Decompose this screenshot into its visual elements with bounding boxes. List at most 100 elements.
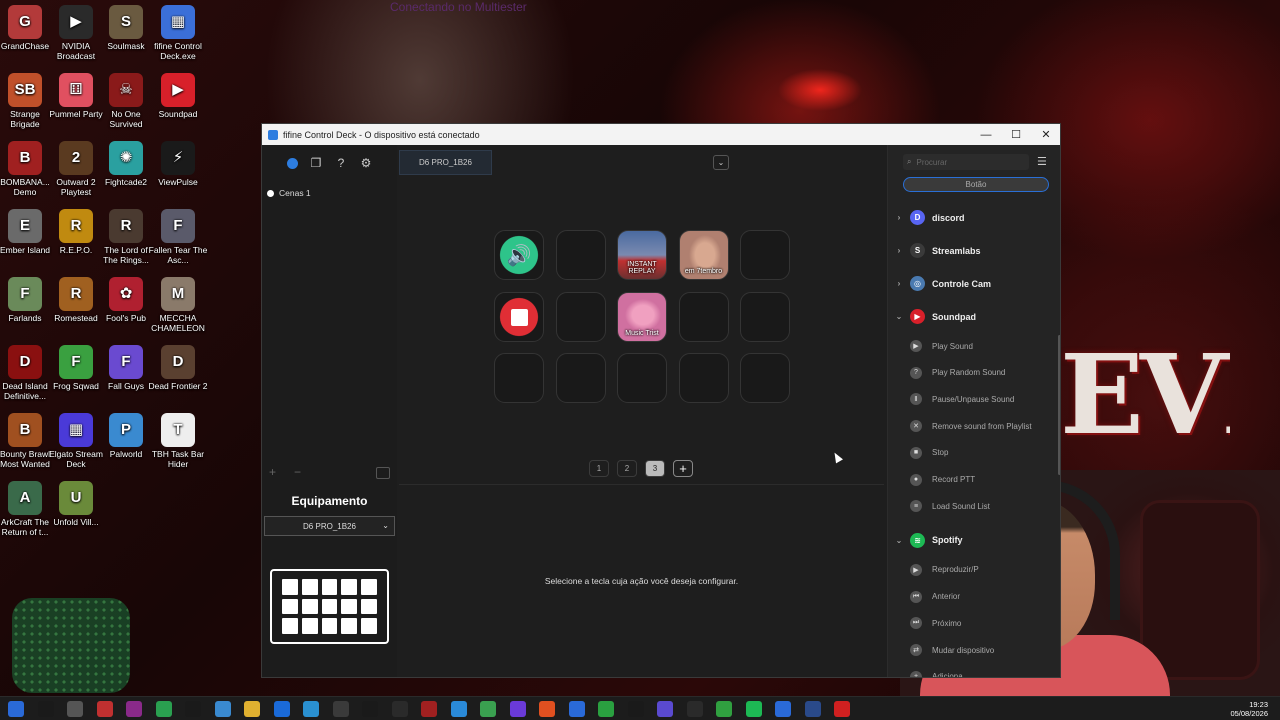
- taskbar-app-icon[interactable]: [804, 701, 821, 717]
- taskbar-app-icon[interactable]: [37, 701, 54, 717]
- page-button[interactable]: 1: [589, 460, 609, 477]
- desktop-icon[interactable]: ✿ Fool's Pub: [96, 277, 156, 323]
- deck-key[interactable]: [494, 353, 544, 403]
- action-item[interactable]: ▶ Play Sound: [888, 333, 1060, 359]
- chevron-down-icon[interactable]: ⌄: [713, 155, 729, 170]
- scrollbar[interactable]: [1058, 335, 1060, 475]
- plugin-spotify[interactable]: ⌄ ≋ Spotify: [888, 524, 1060, 557]
- taskbar-app-icon[interactable]: [96, 701, 113, 717]
- page-button[interactable]: 3: [645, 460, 665, 477]
- device-tab[interactable]: D6 PRO_1B26: [399, 150, 492, 175]
- deck-key[interactable]: Music Trist: [617, 291, 667, 342]
- action-item[interactable]: ≡ Load Sound List: [888, 493, 1060, 519]
- help-icon[interactable]: ?: [331, 153, 351, 173]
- desktop-icon[interactable]: D Dead Frontier 2: [148, 345, 208, 391]
- tab-button[interactable]: Botão: [903, 177, 1049, 192]
- deck-key[interactable]: INSTANT REPLAY: [617, 230, 667, 280]
- taskbar-app-icon[interactable]: [716, 701, 732, 717]
- taskbar-app-icon[interactable]: [539, 701, 555, 717]
- taskbar-app-icon[interactable]: [568, 701, 585, 717]
- taskbar-app-icon[interactable]: [834, 701, 850, 717]
- plugin-soundpad[interactable]: ⌄ ▶ Soundpad: [888, 300, 1060, 333]
- taskbar-app-icon[interactable]: [745, 701, 762, 717]
- desktop-icon[interactable]: P Palworld: [96, 413, 156, 459]
- action-item[interactable]: ⏮ Anterior: [888, 584, 1060, 610]
- action-item[interactable]: ● Record PTT: [888, 467, 1060, 493]
- taskbar-app-icon[interactable]: [657, 701, 673, 717]
- deck-key[interactable]: [740, 291, 790, 342]
- action-item[interactable]: ? Play Random Sound: [888, 360, 1060, 386]
- deck-key[interactable]: [617, 353, 667, 403]
- maximize-icon[interactable]: ☐: [1001, 124, 1031, 145]
- taskbar-app-icon[interactable]: [627, 701, 644, 717]
- taskbar-app-icon[interactable]: [244, 701, 260, 717]
- deck-key[interactable]: [740, 230, 790, 280]
- taskbar-app-icon[interactable]: [185, 701, 201, 717]
- minimize-icon[interactable]: —: [971, 124, 1001, 145]
- taskbar-app-icon[interactable]: [450, 701, 467, 717]
- taskbar-app-icon[interactable]: [214, 701, 231, 717]
- desktop-icon[interactable]: F Fallen Tear The Asc...: [148, 209, 208, 265]
- desktop-icon[interactable]: ⚡ ViewPulse: [148, 141, 208, 187]
- page-button[interactable]: 2: [617, 460, 637, 477]
- action-label: Play Sound: [932, 341, 973, 351]
- desktop-icon[interactable]: ✺ Fightcade2: [96, 141, 156, 187]
- settings-icon[interactable]: ⚙: [356, 153, 376, 173]
- action-item[interactable]: ⇄ Mudar dispositivo: [888, 637, 1060, 663]
- desktop-icon[interactable]: R The Lord of The Rings...: [96, 209, 156, 265]
- profile-icon[interactable]: [282, 153, 302, 173]
- desktop-icon[interactable]: U Unfold Vill...: [46, 481, 106, 527]
- action-item[interactable]: ⏭ Próximo: [888, 610, 1060, 636]
- action-item[interactable]: ▶ Reproduzir/P: [888, 557, 1060, 583]
- deck-key[interactable]: [555, 230, 606, 280]
- taskbar-app-icon[interactable]: [391, 701, 408, 717]
- system-clock[interactable]: 19:23 05/08/2026: [1230, 700, 1268, 718]
- deck-key[interactable]: [740, 353, 790, 403]
- desktop-icon[interactable]: F Fall Guys: [96, 345, 156, 391]
- taskbar-app-icon[interactable]: [686, 701, 703, 717]
- desktop-icon[interactable]: T TBH Task Bar Hider: [148, 413, 208, 469]
- desktop-icon[interactable]: ☠ No One Survived: [96, 73, 156, 129]
- taskbar-app-icon[interactable]: [67, 701, 83, 717]
- search-input[interactable]: ⌕ Procurar: [903, 154, 1029, 170]
- add-scene-icon[interactable]: +: [269, 465, 276, 479]
- taskbar-app-icon[interactable]: [362, 701, 378, 717]
- deck-key[interactable]: [555, 291, 606, 342]
- deck-key[interactable]: 🔊: [494, 230, 544, 280]
- desktop-icon[interactable]: M MECCHA CHAMELEON: [148, 277, 208, 333]
- taskbar-app-icon[interactable]: [421, 701, 437, 717]
- plugin-streamlabs[interactable]: › S Streamlabs: [888, 234, 1060, 267]
- remove-scene-icon[interactable]: −: [294, 465, 301, 479]
- action-item[interactable]: + Adiciona: [888, 664, 1060, 677]
- desktop-icon[interactable]: ▦ fifine Control Deck.exe: [148, 5, 208, 61]
- deck-key[interactable]: [678, 291, 729, 342]
- taskbar-app-icon[interactable]: [598, 701, 614, 717]
- taskbar-app-icon[interactable]: [480, 701, 496, 717]
- taskbar-app-icon[interactable]: [775, 701, 791, 717]
- scene-item[interactable]: Cenas 1: [267, 188, 311, 198]
- store-icon[interactable]: ❐: [306, 153, 326, 173]
- taskbar-app-icon[interactable]: [126, 701, 142, 717]
- equipment-select[interactable]: D6 PRO_1B26 ⌄: [264, 516, 395, 536]
- desktop-icon[interactable]: S Soulmask: [96, 5, 156, 51]
- add-page-button[interactable]: +: [673, 460, 693, 477]
- plugin-discord[interactable]: › Ddiscord: [888, 201, 1060, 234]
- deck-key[interactable]: [678, 353, 729, 403]
- folder-icon[interactable]: [376, 467, 390, 479]
- plugin-controle-cam[interactable]: › ◎ Controle Cam: [888, 267, 1060, 300]
- deck-key[interactable]: [555, 353, 606, 403]
- deck-key[interactable]: em 7tembro: [678, 230, 729, 280]
- taskbar-app-icon[interactable]: [8, 701, 24, 717]
- desktop-icon[interactable]: ▶ Soundpad: [148, 73, 208, 119]
- action-item[interactable]: ✕ Remove sound from Playlist: [888, 413, 1060, 439]
- close-icon[interactable]: ✕: [1031, 124, 1060, 145]
- taskbar-app-icon[interactable]: [155, 701, 172, 717]
- list-view-icon[interactable]: ☰: [1037, 155, 1047, 168]
- action-item[interactable]: Ⅱ Pause/Unpause Sound: [888, 386, 1060, 412]
- deck-key[interactable]: [494, 291, 544, 342]
- action-item[interactable]: ■ Stop: [888, 440, 1060, 466]
- taskbar-app-icon[interactable]: [332, 701, 349, 717]
- taskbar-app-icon[interactable]: [273, 701, 290, 717]
- taskbar-app-icon[interactable]: [509, 701, 526, 717]
- taskbar-app-icon[interactable]: [303, 701, 319, 717]
